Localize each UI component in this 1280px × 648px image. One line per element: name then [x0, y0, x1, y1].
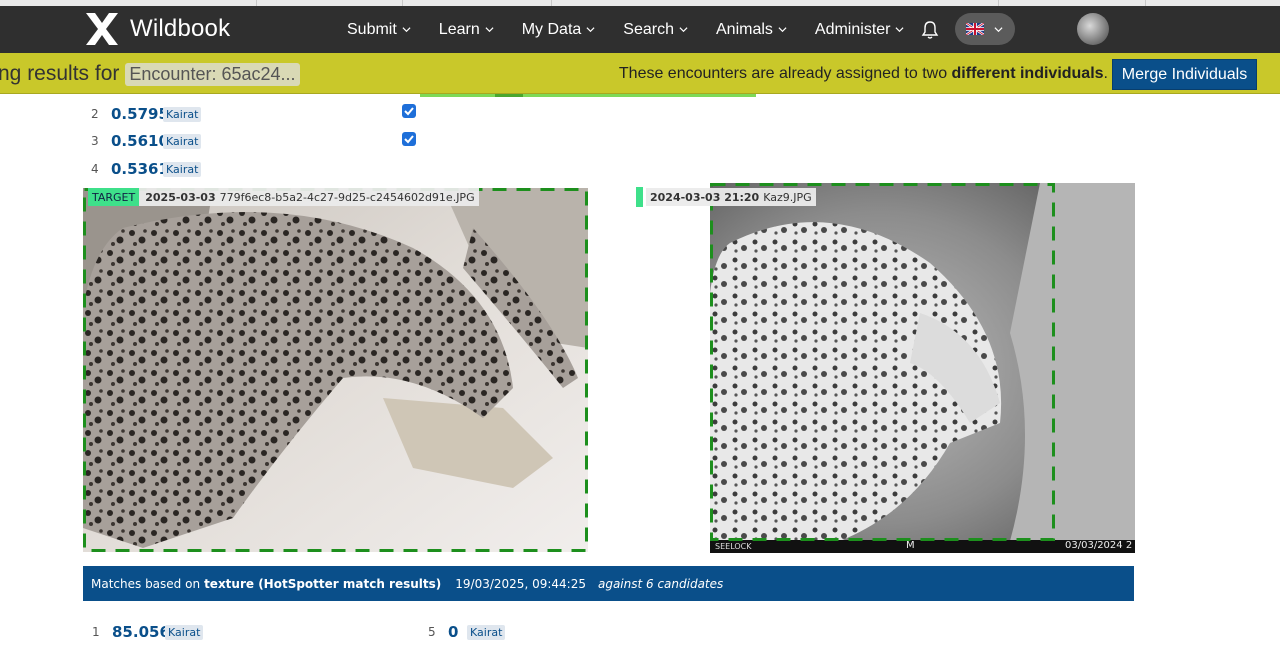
- individual-tag[interactable]: Kairat: [165, 624, 204, 640]
- page-title-text: ng results for: [0, 62, 120, 85]
- chevron-down-icon: [778, 27, 787, 33]
- assignment-message-suffix: .: [1103, 65, 1108, 82]
- main-menu: Submit Learn My Data Search Animals Admi…: [347, 6, 932, 53]
- score-value[interactable]: 0: [448, 623, 467, 641]
- score-value[interactable]: 0.5610: [111, 132, 169, 150]
- individual-tag[interactable]: Kairat: [163, 161, 202, 177]
- candidate-image[interactable]: SEELOCK M 03/03/2024 2: [710, 183, 1135, 553]
- target-filename: 779f6ec8-b5a2-4c27-9d25-c2454602d91e.JPG: [219, 190, 475, 204]
- check-icon: [404, 107, 414, 116]
- candidate-filename: Kaz9.JPG: [763, 190, 812, 204]
- menu-label: Submit: [347, 20, 397, 38]
- assignment-message-prefix: These encounters are already assigned to…: [618, 65, 952, 82]
- menu-label: My Data: [521, 20, 582, 38]
- menu-label: Administer: [814, 20, 891, 38]
- language-selector[interactable]: [955, 13, 1015, 45]
- chevron-down-icon: [586, 27, 595, 33]
- camera-mode: M: [906, 540, 915, 551]
- match-checkbox[interactable]: [402, 132, 416, 146]
- camera-date: 03/03/2024 2: [1065, 540, 1133, 551]
- brand-logo[interactable]: Wildbook: [84, 11, 230, 47]
- menu-my-data[interactable]: My Data: [522, 21, 596, 39]
- score-row[interactable]: 1 85.056 Kairat: [92, 622, 204, 642]
- score-value[interactable]: 85.056: [112, 623, 170, 641]
- merge-individuals-button[interactable]: Merge Individuals: [1112, 59, 1257, 90]
- menu-submit[interactable]: Submit: [347, 21, 411, 39]
- target-caption: TARGET 2025-03-03 779f6ec8-b5a2-4c27-9d2…: [88, 188, 479, 206]
- target-image[interactable]: TARGET 2025-03-03 779f6ec8-b5a2-4c27-9d2…: [83, 188, 588, 552]
- uk-flag-icon: [966, 23, 984, 35]
- assignment-message: These encounters are already assigned to…: [619, 65, 1108, 83]
- chevron-down-icon: [994, 26, 1003, 32]
- score-row[interactable]: 3 0.5610 Kairat: [91, 131, 202, 151]
- menu-search[interactable]: Search: [623, 21, 688, 39]
- chevron-down-icon: [895, 27, 904, 33]
- match-checkbox[interactable]: [402, 104, 416, 118]
- menu-label: Learn: [438, 20, 480, 38]
- individual-tag[interactable]: Kairat: [163, 133, 202, 149]
- chevron-down-icon: [679, 27, 688, 33]
- score-row[interactable]: 2 0.5795 Kairat: [91, 104, 202, 124]
- candidate-caption: 2024-03-03 21:20 Kaz9.JPG: [646, 188, 816, 206]
- target-date: 2025-03-03: [145, 190, 216, 204]
- highlight-line: [420, 94, 756, 97]
- match-timestamp: 19/03/2025, 09:44:25: [455, 576, 586, 591]
- score-rank: 2: [91, 107, 99, 121]
- chevron-down-icon: [402, 27, 411, 33]
- individual-tag[interactable]: Kairat: [467, 624, 506, 640]
- match-header-bar: ng results for Encounter: 65ac24... Thes…: [0, 53, 1280, 94]
- score-rank: 5: [428, 625, 436, 639]
- match-prefix: Matches based on: [91, 576, 201, 591]
- score-row[interactable]: 5 0 Kairat: [428, 622, 506, 642]
- encounter-chip[interactable]: Encounter: 65ac24...: [125, 62, 300, 86]
- score-value[interactable]: 0.5795: [111, 105, 169, 123]
- chevron-down-icon: [485, 27, 494, 33]
- target-badge: TARGET: [88, 188, 140, 206]
- score-rank: 4: [91, 162, 99, 176]
- assignment-message-bold: different individuals: [951, 65, 1104, 82]
- leopard-photo-snow: [83, 188, 588, 552]
- score-rank: 1: [92, 625, 100, 639]
- match-method: texture (HotSpotter match results): [204, 576, 442, 591]
- check-icon: [404, 135, 414, 144]
- avatar[interactable]: [1077, 13, 1109, 45]
- bell-icon[interactable]: [921, 20, 939, 40]
- candidate-marker: [636, 187, 643, 207]
- match-candidates: against 6 candidates: [597, 576, 724, 591]
- highlight-line-segment: [495, 94, 523, 97]
- top-navbar: Wildbook Submit Learn My Data Search Ani…: [0, 6, 1280, 53]
- match-info-bar: Matches based on texture (HotSpotter mat…: [83, 566, 1134, 601]
- menu-learn[interactable]: Learn: [439, 21, 494, 39]
- score-rank: 3: [91, 134, 99, 148]
- individual-tag[interactable]: Kairat: [163, 106, 202, 122]
- score-value[interactable]: 0.5361: [111, 160, 169, 178]
- leopard-photo-night: [710, 183, 1135, 553]
- brand-name: Wildbook: [130, 15, 231, 42]
- page-title: ng results for Encounter: 65ac24...: [0, 62, 300, 86]
- wildbook-logo-icon: [86, 13, 118, 45]
- score-row[interactable]: 4 0.5361 Kairat: [91, 159, 202, 179]
- camera-brand: SEELOCK: [715, 542, 752, 551]
- menu-label: Search: [623, 20, 674, 38]
- menu-administer[interactable]: Administer: [815, 21, 905, 39]
- menu-label: Animals: [716, 20, 773, 38]
- candidate-datetime: 2024-03-03 21:20: [650, 190, 760, 204]
- menu-animals[interactable]: Animals: [716, 21, 787, 39]
